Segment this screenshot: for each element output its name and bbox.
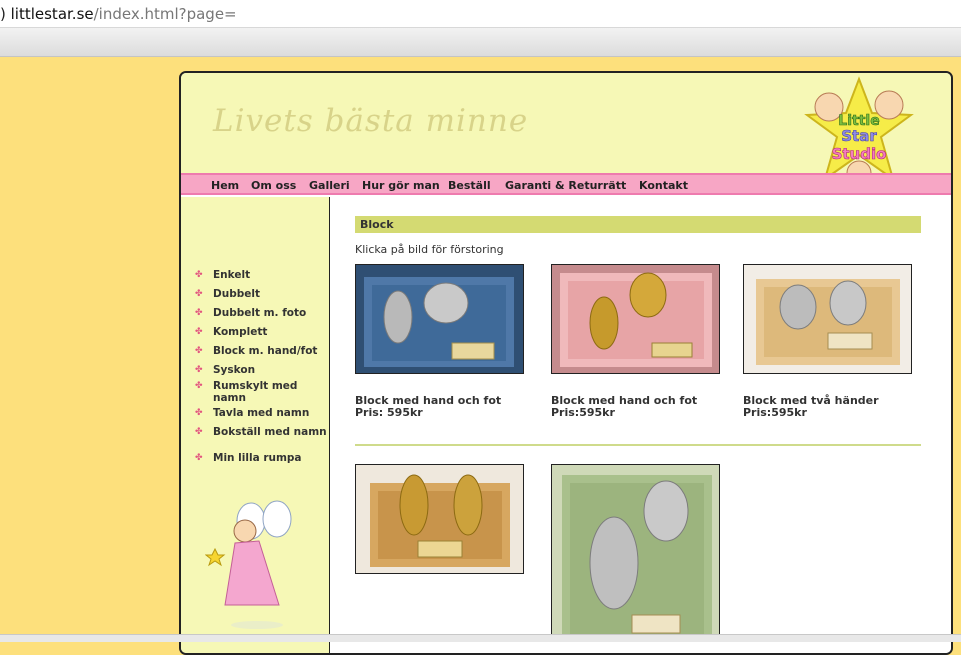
flower-bullet-icon: ✤ (195, 453, 203, 463)
section-header: Block (355, 216, 921, 233)
sidebar-item-label: Enkelt (213, 269, 251, 281)
nav-bestall[interactable]: Beställ (448, 179, 491, 192)
sidebar-item-label: Block m. hand/fot (213, 345, 318, 357)
nav-om-oss[interactable]: Om oss (251, 179, 296, 192)
sidebar-item-label: Komplett (213, 326, 268, 338)
sidebar-item-label: Syskon (213, 364, 256, 376)
product-image-2[interactable] (551, 264, 720, 374)
product-image-1[interactable] (355, 264, 524, 374)
sidebar-item-label: Dubbelt (213, 288, 260, 300)
flower-bullet-icon: ✤ (195, 270, 203, 280)
silver-hand-foot-block-image (364, 277, 514, 367)
gold-two-feet-block-image (370, 474, 510, 567)
little-star-studio-logo[interactable]: Little Star Studio (801, 75, 917, 187)
enlarge-hint: Klicka på bild för förstoring (355, 243, 504, 256)
nav-kontakt[interactable]: Kontakt (639, 179, 688, 192)
sidebar-item-label: Min lilla rumpa (213, 452, 302, 464)
nav-hem[interactable]: Hem (211, 179, 239, 192)
product-image-5[interactable] (551, 464, 720, 641)
product-price-3: Pris:595kr (743, 406, 807, 419)
nav-garanti-returratt[interactable]: Garanti & Returrätt (505, 179, 626, 192)
flower-bullet-icon: ✤ (195, 346, 203, 356)
sidebar-item-label: Rumskylt med namn (213, 380, 298, 404)
sidebar-item-label: Dubbelt m. foto (213, 307, 307, 319)
url-path: /index.html?page= (93, 5, 237, 23)
product-image-3[interactable] (743, 264, 912, 374)
flower-bullet-icon: ✤ (195, 308, 203, 318)
sidebar-item-komplett[interactable]: ✤ Komplett (195, 326, 331, 338)
flower-bullet-icon: ✤ (195, 327, 203, 337)
url-host: littlestar.se (10, 5, 94, 23)
sidebar-item-label: Bokställ med namn (213, 426, 327, 438)
browser-toolbar (0, 28, 961, 57)
sidebar-item-syskon[interactable]: ✤ Syskon (195, 364, 331, 376)
sidebar-item-block-hand-fot[interactable]: ✤ Block m. hand/fot (195, 345, 331, 357)
sidebar-item-label: Tavla med namn (213, 407, 310, 419)
main-nav: Hem Om oss Galleri Hur gör man Beställ G… (181, 173, 951, 195)
site-slogan: Livets bästa minne (213, 103, 529, 139)
sidebar-item-dubbelt-foto[interactable]: ✤ Dubbelt m. foto (195, 307, 331, 319)
section-title: Block (360, 218, 394, 231)
flower-bullet-icon: ✤ (195, 408, 203, 418)
sidebar-item-enkelt[interactable]: ✤ Enkelt (195, 269, 331, 281)
flower-bullet-icon: ✤ (195, 381, 203, 391)
product-row-divider (355, 444, 921, 446)
site-container: Livets bästa minne Little Star Studio He… (179, 71, 953, 655)
nav-hur-gor-man[interactable]: Hur gör man (362, 179, 440, 192)
site-header: Livets bästa minne Little Star Studio (181, 73, 951, 186)
angel-illustration (205, 500, 292, 629)
silver-two-hands-block-image (756, 279, 900, 365)
product-price-1: Pris: 595kr (355, 406, 423, 419)
flower-bullet-icon: ✤ (195, 427, 203, 437)
url-prefix-icon: ) (0, 5, 11, 23)
svg-text:Studio: Studio (832, 145, 887, 163)
silver-hand-foot-green-block-image (562, 475, 712, 640)
flower-bullet-icon: ✤ (195, 365, 203, 375)
sidebar-item-rumskylt[interactable]: ✤ Rumskylt med namn (195, 380, 303, 404)
sidebar: ✤ Enkelt ✤ Dubbelt ✤ Dubbelt m. foto ✤ Kompl… (181, 197, 331, 653)
main-content: Block Klicka på bild för förstoring Bloc… (330, 197, 951, 653)
address-bar[interactable]: ) littlestar.se/index.html?page= (0, 0, 961, 28)
sidebar-item-dubbelt[interactable]: ✤ Dubbelt (195, 288, 331, 300)
sidebar-item-tavla[interactable]: ✤ Tavla med namn (195, 407, 331, 419)
nav-galleri[interactable]: Galleri (309, 179, 350, 192)
sidebar-item-bokstall[interactable]: ✤ Bokställ med namn (195, 426, 331, 438)
svg-text:Star: Star (841, 127, 877, 145)
product-price-2: Pris:595kr (551, 406, 615, 419)
product-image-4[interactable] (355, 464, 524, 574)
gold-hand-foot-block-image (560, 272, 712, 367)
flower-bullet-icon: ✤ (195, 289, 203, 299)
sidebar-item-min-lilla-rumpa[interactable]: ✤ Min lilla rumpa (195, 452, 331, 464)
url-text[interactable]: ) littlestar.se/index.html?page= (0, 5, 237, 23)
